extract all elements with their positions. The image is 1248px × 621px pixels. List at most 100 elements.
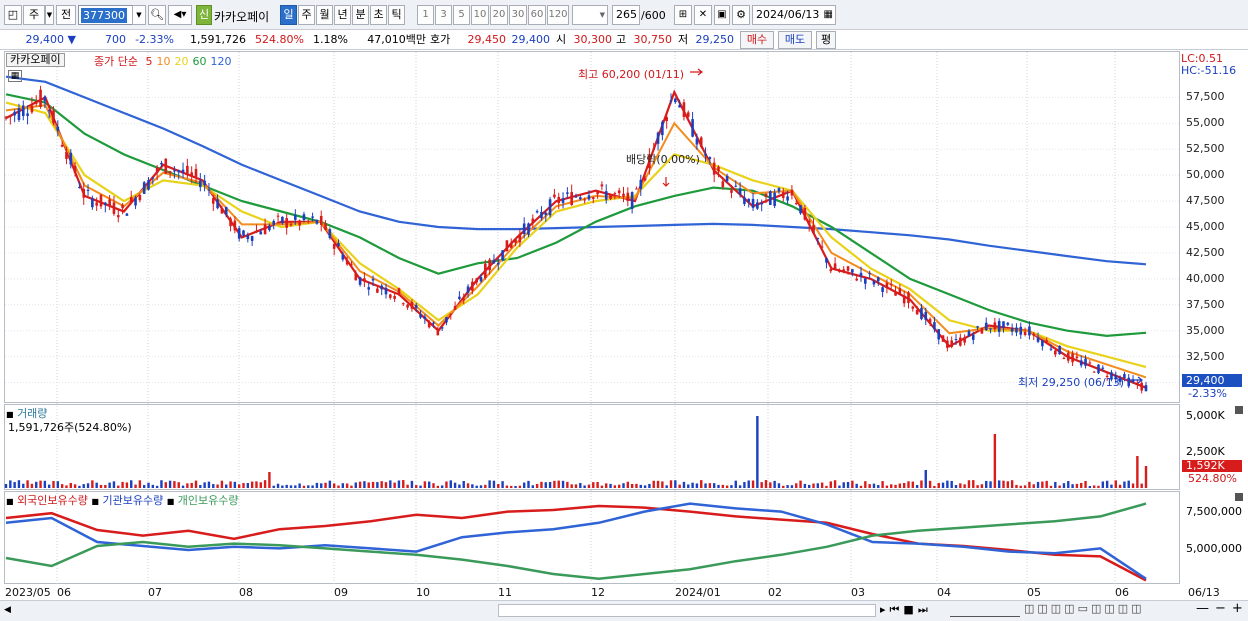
candle-body bbox=[656, 132, 660, 144]
volume-bar bbox=[851, 480, 854, 488]
bottom-toolbar: ◀ ▸⏮■⏭ ◫◫◫◫▭◫◫◫◫ —−+A bbox=[0, 600, 1248, 621]
zoom-controls[interactable]: —−+A bbox=[1196, 601, 1248, 616]
candle-body bbox=[380, 285, 383, 290]
volume-bar bbox=[371, 481, 375, 488]
x-axis-label: 02 bbox=[768, 586, 782, 599]
volume-bar bbox=[22, 483, 25, 488]
ma-legend-item[interactable]: 60 bbox=[192, 55, 206, 68]
candle-body bbox=[566, 192, 569, 194]
volume-bar bbox=[99, 484, 103, 488]
volume-bar bbox=[4, 484, 8, 488]
chart-canvas bbox=[4, 52, 1179, 584]
candle-body bbox=[34, 101, 38, 104]
volume-bar bbox=[531, 485, 535, 488]
volume-bar bbox=[928, 480, 932, 488]
price-tick-label: 35,000 bbox=[1186, 323, 1225, 337]
ma-legend-item[interactable]: 20 bbox=[174, 55, 188, 68]
volume-bar bbox=[225, 484, 228, 488]
volume-bar bbox=[812, 483, 815, 488]
volume-bar bbox=[1028, 481, 1031, 488]
volume-bar bbox=[846, 481, 850, 488]
volume-bar bbox=[1062, 483, 1066, 488]
candle-body bbox=[1088, 362, 1092, 364]
grid-icon[interactable]: ▦ bbox=[8, 70, 22, 82]
volume-bar bbox=[86, 483, 90, 488]
scroll-left-icon[interactable]: ◀ bbox=[4, 605, 11, 615]
candle-body bbox=[134, 197, 137, 206]
candle-body bbox=[695, 138, 699, 145]
close-holding-pane-icon[interactable] bbox=[1235, 493, 1243, 501]
ma-legend-item[interactable]: 120 bbox=[210, 55, 231, 68]
volume-bar bbox=[648, 483, 651, 488]
volume-bar bbox=[181, 485, 185, 488]
candle-body bbox=[1028, 326, 1031, 336]
volume-bar bbox=[17, 480, 21, 488]
volume-bar bbox=[203, 482, 206, 488]
view-tool-icons[interactable]: ◫◫◫◫▭◫◫◫◫ bbox=[1024, 602, 1145, 615]
candle-body bbox=[82, 189, 86, 198]
volume-bar bbox=[151, 484, 155, 488]
x-axis-label: 09 bbox=[334, 586, 348, 599]
stock-tag[interactable]: 카카오페이 bbox=[6, 53, 65, 67]
volume-bar bbox=[453, 482, 457, 488]
candle-body bbox=[319, 215, 323, 225]
zoom-slider[interactable] bbox=[950, 603, 1020, 617]
volume-bar bbox=[285, 484, 288, 488]
candle-body bbox=[1019, 326, 1023, 335]
candle-body bbox=[350, 264, 353, 266]
candle-body bbox=[250, 236, 254, 241]
volume-bar bbox=[436, 485, 440, 488]
candle-body bbox=[104, 202, 107, 206]
volume-bar bbox=[250, 481, 254, 488]
candle-body bbox=[432, 322, 435, 324]
candle-body bbox=[112, 202, 116, 214]
volume-bar bbox=[941, 482, 945, 488]
candle-body bbox=[587, 195, 591, 200]
ma-legend-item[interactable]: 5 bbox=[145, 55, 152, 68]
candle-body bbox=[769, 191, 772, 205]
volume-bar bbox=[669, 480, 673, 488]
candle-body bbox=[1062, 358, 1066, 360]
ma-legend-item[interactable]: 10 bbox=[156, 55, 170, 68]
playback-controls[interactable]: ▸⏮■⏭ bbox=[880, 603, 932, 617]
candle-body bbox=[881, 287, 884, 292]
candle-body bbox=[1054, 350, 1057, 355]
volume-bar bbox=[380, 481, 383, 488]
volume-bar bbox=[518, 485, 522, 488]
volume-bar bbox=[639, 484, 642, 488]
candle-body bbox=[462, 298, 466, 301]
volume-bar bbox=[678, 484, 681, 488]
candle-body bbox=[1066, 352, 1070, 361]
volume-bar bbox=[535, 483, 539, 488]
volume-bar bbox=[704, 483, 707, 488]
candle-body bbox=[691, 119, 694, 137]
volume-bar bbox=[311, 485, 314, 488]
close-volume-pane-icon[interactable] bbox=[1235, 406, 1243, 414]
volume-bar bbox=[294, 485, 297, 488]
candle-body bbox=[1015, 327, 1018, 333]
candle-body bbox=[445, 317, 448, 323]
horizontal-scrollbar[interactable] bbox=[498, 604, 876, 617]
volume-bar bbox=[1010, 480, 1014, 488]
square-icon: ■ bbox=[166, 497, 175, 506]
candle-body bbox=[242, 230, 245, 236]
candle-body bbox=[635, 188, 638, 190]
volume-bar bbox=[1105, 480, 1109, 488]
candle-body bbox=[643, 178, 647, 181]
volume-bar bbox=[570, 484, 573, 488]
candle-body bbox=[980, 327, 984, 334]
volume-bar bbox=[1067, 481, 1070, 488]
volume-bar bbox=[510, 485, 513, 488]
volume-bar bbox=[173, 481, 176, 488]
volume-bar bbox=[501, 481, 504, 488]
x-axis-label: 06/13 bbox=[1188, 586, 1220, 599]
candle-body bbox=[397, 288, 401, 294]
volume-bar bbox=[259, 482, 262, 488]
volume-bar bbox=[307, 485, 310, 488]
candle-body bbox=[268, 225, 271, 231]
ma-line-5 bbox=[5, 89, 1147, 389]
volume-bar bbox=[721, 484, 725, 488]
candle-body bbox=[773, 192, 776, 206]
candle-body bbox=[151, 177, 155, 179]
candle-body bbox=[851, 269, 854, 273]
